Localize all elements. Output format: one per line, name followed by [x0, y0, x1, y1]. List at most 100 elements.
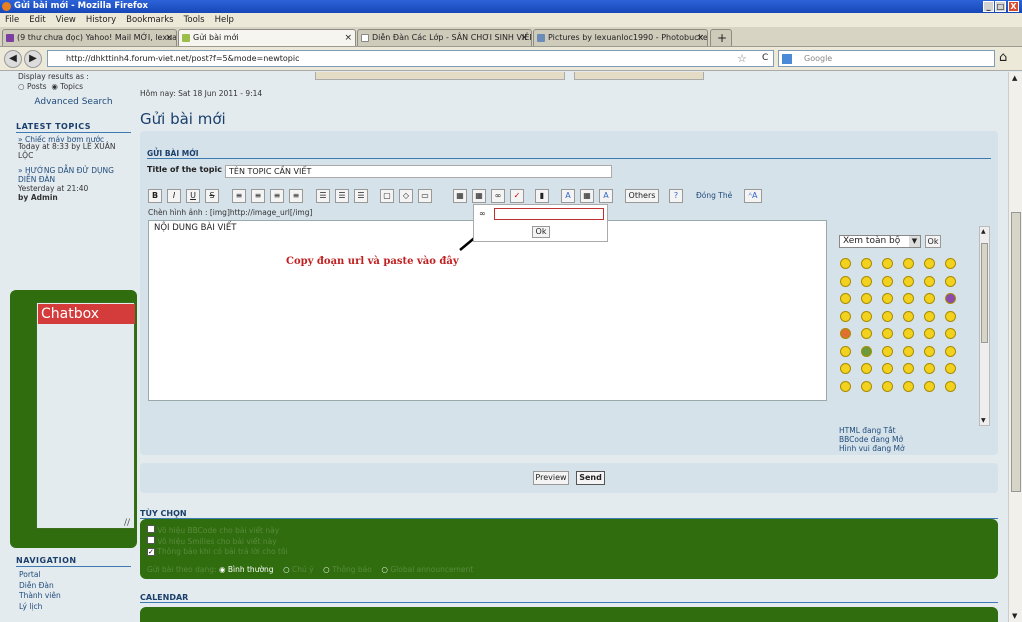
italic-button[interactable]: I [167, 189, 181, 203]
smiley-icon[interactable] [861, 310, 872, 322]
smiley-icon[interactable] [945, 275, 956, 287]
justify-button[interactable]: ≡ [289, 189, 303, 203]
nav-link-portal[interactable]: Portal [19, 570, 128, 581]
smiley-icon[interactable] [924, 310, 935, 322]
smiley-icon[interactable] [882, 380, 893, 392]
maximize-button[interactable]: □ [995, 1, 1006, 12]
smiley-icon[interactable] [903, 345, 914, 357]
smiley-icon[interactable] [840, 380, 851, 392]
smiley-icon[interactable] [840, 275, 851, 287]
smiley-icon[interactable] [882, 328, 893, 339]
smiley-icon[interactable] [945, 328, 956, 339]
smilies-ok-button[interactable]: Ok [925, 235, 941, 248]
menu-tools[interactable]: Tools [184, 15, 205, 25]
new-tab-button[interactable]: + [710, 29, 732, 46]
tab-photobucket[interactable]: Pictures by lexuanloc1990 - Photobucket × [533, 29, 708, 46]
close-tags-link[interactable]: Đóng Thẻ [696, 191, 732, 200]
list-button[interactable]: ☰ [316, 189, 330, 203]
tab-close-icon[interactable]: × [520, 30, 528, 46]
checkbox-disable-bbcode[interactable] [147, 525, 155, 533]
smiley-icon[interactable] [945, 380, 956, 392]
smiley-icon[interactable] [945, 258, 956, 269]
link-icon[interactable]: ∞ [491, 189, 505, 203]
smiley-icon[interactable] [924, 275, 935, 287]
smiley-icon[interactable] [882, 293, 893, 304]
radio-topics[interactable]: ◉ [51, 82, 58, 91]
tab-close-icon[interactable]: × [165, 30, 173, 46]
scroll-up-icon[interactable]: ▲ [981, 228, 986, 235]
smiley-icon[interactable] [903, 275, 914, 287]
code-button[interactable]: ◇ [399, 189, 413, 203]
popup-ok-button[interactable]: Ok [532, 226, 550, 238]
smiley-icon[interactable] [903, 293, 914, 304]
scroll-thumb[interactable] [1011, 212, 1021, 492]
smiley-icon[interactable] [882, 363, 893, 374]
radio-announcement[interactable]: ○ [323, 565, 330, 574]
search-input[interactable]: Google [778, 50, 995, 67]
switch-editor-icon[interactable]: ᴬA [744, 189, 762, 203]
topic-link[interactable]: » HƯỚNG DẪN ĐỬ DỤNG DIỄN ĐÀN [18, 166, 129, 184]
checkbox-notify[interactable]: ✓ [147, 548, 155, 556]
smiley-icon[interactable] [924, 293, 935, 304]
topic-link[interactable]: » Chiếc máy bơm nước [18, 135, 129, 142]
title-input[interactable]: TÊN TOPIC CẦN VIẾT [225, 165, 612, 178]
tab-close-icon[interactable]: × [344, 30, 352, 46]
smiley-icon[interactable] [924, 258, 935, 269]
radio-posts[interactable]: ○ [18, 82, 25, 91]
smiley-icon[interactable] [924, 363, 935, 374]
image-host-button[interactable]: ▦ [472, 189, 486, 203]
smiley-icon[interactable] [882, 258, 893, 269]
smiley-icon[interactable] [945, 293, 956, 304]
forward-button[interactable]: ▶ [24, 50, 42, 68]
quote-button[interactable]: ▢ [380, 189, 394, 203]
others-button[interactable]: Others [625, 189, 659, 203]
align-right-button[interactable]: ≡ [270, 189, 284, 203]
smiley-icon[interactable] [840, 258, 851, 269]
scroll-down-icon[interactable]: ▼ [981, 417, 986, 424]
smiley-icon[interactable] [903, 380, 914, 392]
minimize-button[interactable]: _ [983, 1, 994, 12]
smiley-icon[interactable] [840, 328, 851, 339]
smiley-icon[interactable] [945, 345, 956, 357]
strike-button[interactable]: S [205, 189, 219, 203]
url-input[interactable] [494, 208, 604, 220]
menu-edit[interactable]: Edit [29, 15, 45, 25]
smiley-icon[interactable] [861, 345, 872, 357]
smiley-icon[interactable] [882, 310, 893, 322]
video-icon[interactable]: ▮ [535, 189, 549, 203]
checkbox-disable-smilies[interactable] [147, 536, 155, 544]
help-icon[interactable]: ? [669, 189, 683, 203]
radio-sticky[interactable]: ○ [283, 565, 290, 574]
radio-global[interactable]: ○ [381, 565, 388, 574]
advanced-search-link[interactable]: Advanced Search [10, 97, 137, 107]
smiley-icon[interactable] [903, 258, 914, 269]
back-button[interactable]: ◀ [4, 50, 22, 68]
close-button[interactable]: X [1008, 1, 1019, 12]
menu-bookmarks[interactable]: Bookmarks [126, 15, 174, 25]
smiley-icon[interactable] [924, 345, 935, 357]
scroll-up-icon[interactable]: ▲ [1012, 74, 1017, 82]
smiley-icon[interactable] [903, 328, 914, 339]
smiley-icon[interactable] [924, 328, 935, 339]
smiley-icon[interactable] [903, 310, 914, 322]
bookmark-star-icon[interactable]: ☆ [737, 52, 747, 65]
smiley-icon[interactable] [924, 380, 935, 392]
home-button[interactable]: ⌂ [999, 50, 1007, 65]
smiley-icon[interactable] [945, 363, 956, 374]
smiley-icon[interactable] [945, 310, 956, 322]
smiley-icon[interactable] [840, 310, 851, 322]
font-color-icon[interactable]: A [561, 189, 575, 203]
reload-icon[interactable]: C [762, 53, 768, 63]
smiley-icon[interactable] [861, 380, 872, 392]
menu-help[interactable]: Help [215, 15, 234, 25]
hr-button[interactable]: ☰ [354, 189, 368, 203]
smiley-icon[interactable] [903, 363, 914, 374]
smiley-icon[interactable] [840, 293, 851, 304]
scroll-down-icon[interactable]: ▼ [1012, 612, 1017, 620]
menu-view[interactable]: View [56, 15, 76, 25]
nav-link-profile[interactable]: Lý lịch [19, 602, 128, 613]
smiley-icon[interactable] [882, 345, 893, 357]
smiley-icon[interactable] [861, 258, 872, 269]
align-left-button[interactable]: ≡ [232, 189, 246, 203]
table-icon[interactable]: ▦ [580, 189, 594, 203]
